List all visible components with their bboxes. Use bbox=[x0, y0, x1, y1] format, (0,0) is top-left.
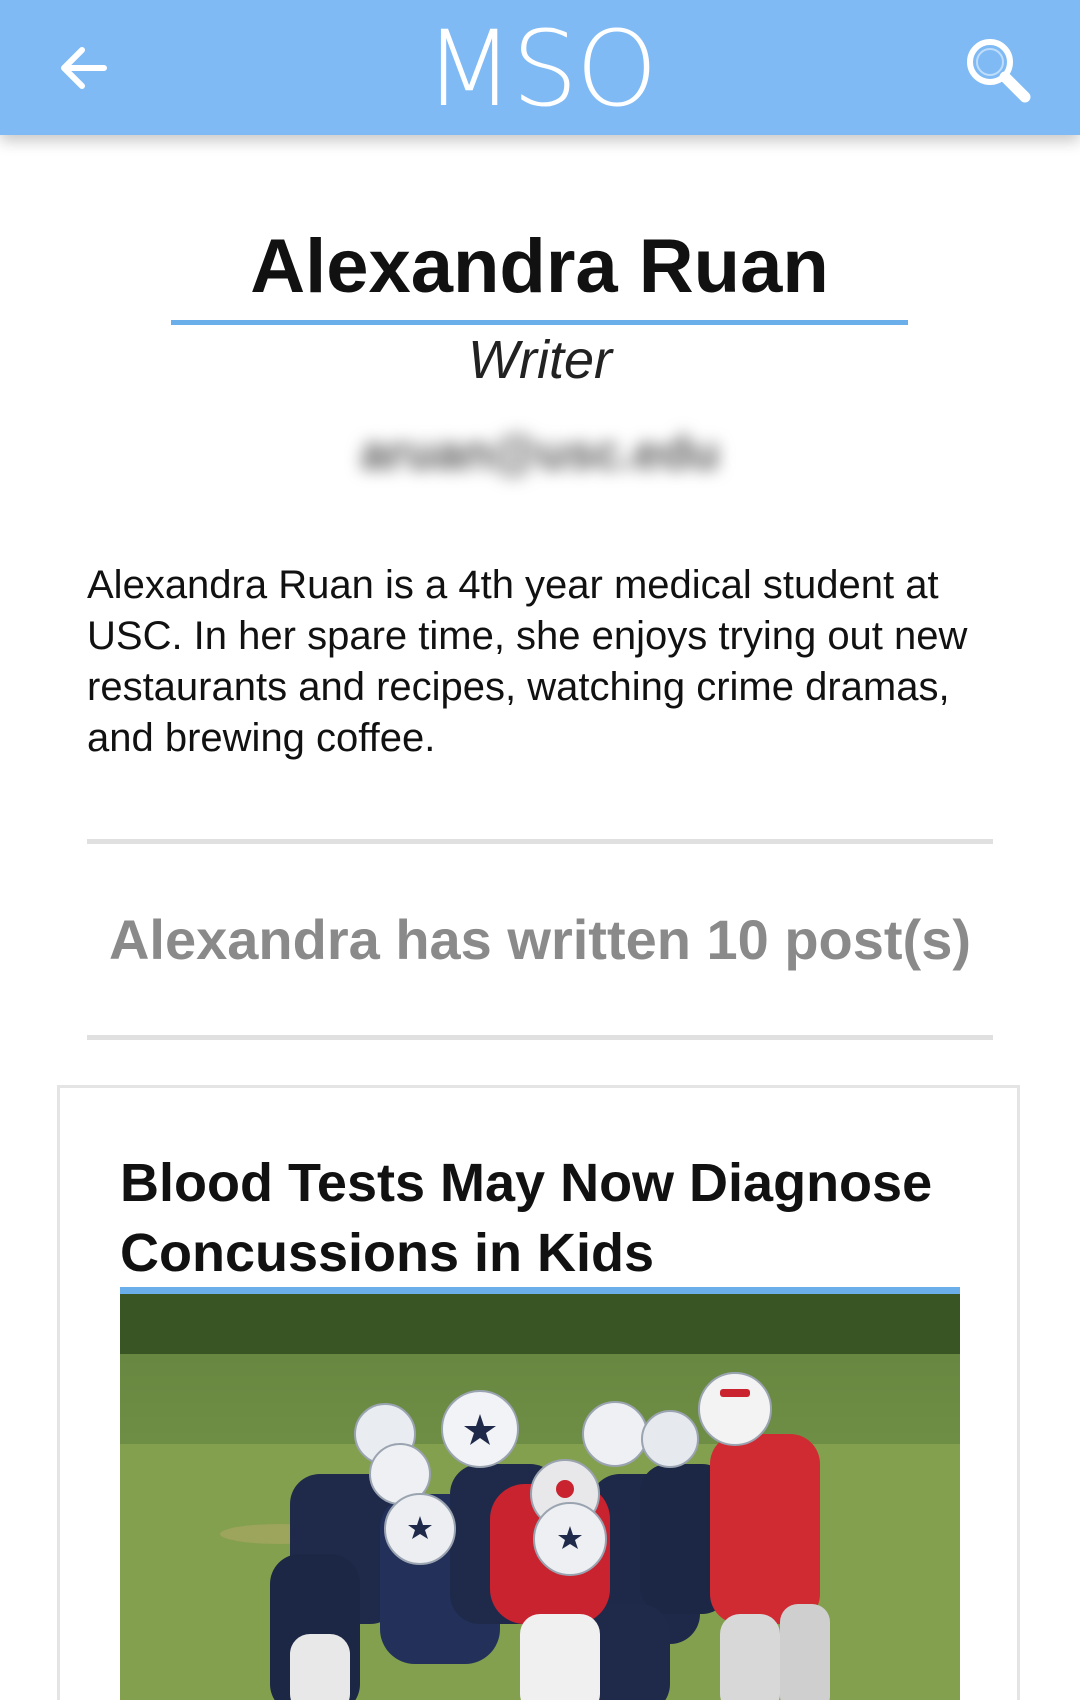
top-app-bar: MSO bbox=[0, 0, 1080, 135]
author-name-underline bbox=[171, 320, 908, 325]
post-title-underline bbox=[120, 1287, 960, 1294]
post-title[interactable]: Blood Tests May Now Diagnose Concussions… bbox=[120, 1148, 960, 1288]
search-icon bbox=[967, 39, 1031, 103]
post-count-text: Alexandra has written 10 post(s) bbox=[108, 908, 971, 971]
divider bbox=[87, 839, 993, 844]
author-bio: Alexandra Ruan is a 4th year medical stu… bbox=[87, 563, 968, 760]
author-role: Writer bbox=[468, 330, 612, 390]
author-name: Alexandra Ruan bbox=[250, 224, 829, 309]
post-image[interactable] bbox=[120, 1294, 960, 1700]
football-players-illustration bbox=[120, 1294, 960, 1700]
divider bbox=[87, 1035, 993, 1040]
search-button[interactable] bbox=[952, 24, 1042, 114]
author-page: MSO Alexandra Ruan Writer aruan@usc.edu … bbox=[0, 0, 1080, 1700]
site-logo[interactable]: MSO bbox=[0, 14, 1080, 124]
author-email-blurred[interactable]: aruan@usc.edu bbox=[355, 424, 725, 484]
